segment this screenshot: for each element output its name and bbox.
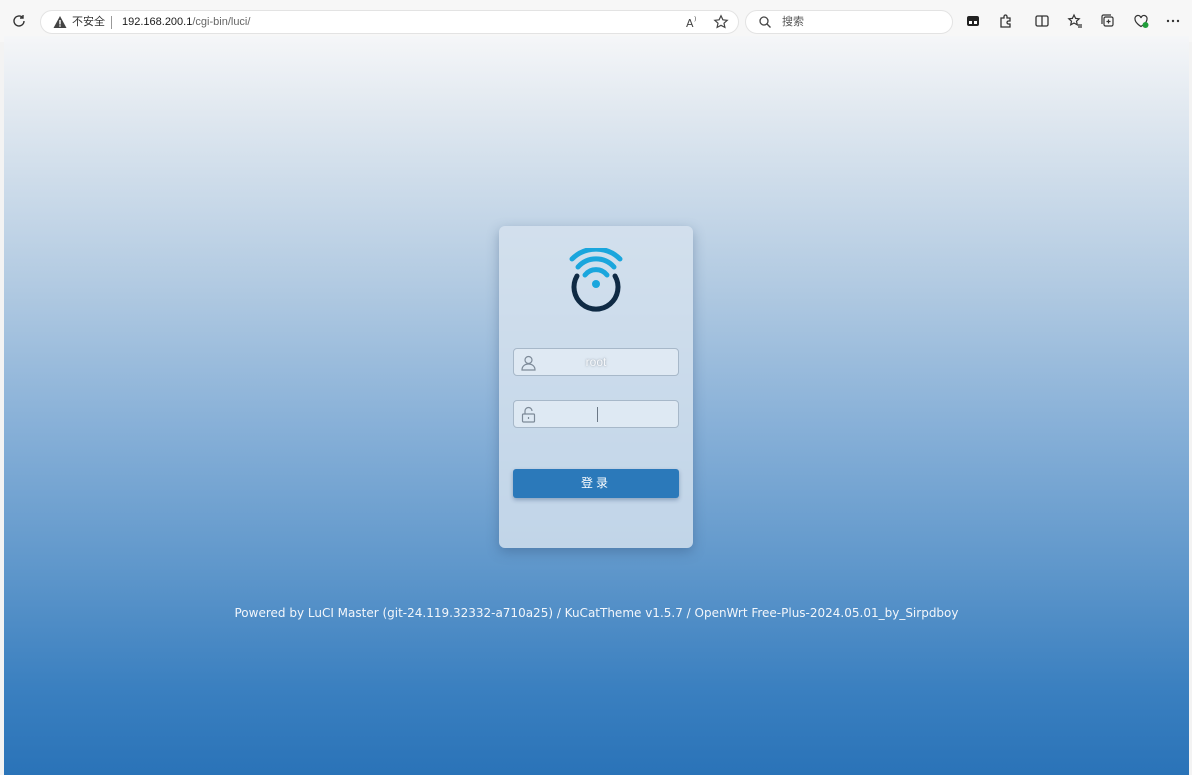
lock-icon — [521, 406, 536, 423]
split-screen-icon[interactable] — [1027, 6, 1057, 36]
url-text[interactable]: 192.168.200.1/cgi-bin/luci/ — [122, 15, 250, 29]
warning-icon — [53, 16, 67, 28]
username-field[interactable]: root — [513, 348, 679, 376]
more-icon[interactable] — [1158, 6, 1188, 36]
password-field[interactable] — [513, 400, 679, 428]
url-path: /cgi-bin/luci/ — [192, 16, 251, 28]
login-button[interactable]: 登录 — [513, 469, 679, 498]
text-cursor — [597, 407, 598, 422]
security-status-label[interactable]: 不安全 — [72, 15, 105, 29]
collections-icon[interactable] — [1093, 6, 1123, 36]
favorites-icon[interactable] — [1060, 6, 1090, 36]
search-icon — [759, 16, 771, 28]
url-host: 192.168.200.1 — [122, 16, 193, 28]
address-bar[interactable]: 不安全 192.168.200.1/cgi-bin/luci/ A ) — [40, 10, 739, 34]
extensions-icon[interactable] — [958, 6, 988, 36]
page-viewport: root 登录 Powered by LuCI Master (git-24.1… — [4, 36, 1189, 775]
svg-text:A: A — [686, 17, 694, 30]
login-card: root 登录 — [499, 226, 693, 548]
address-separator — [111, 16, 112, 29]
read-aloud-icon[interactable]: A ) — [684, 14, 700, 30]
search-placeholder: 搜索 — [782, 15, 804, 28]
performance-icon[interactable] — [1126, 6, 1156, 36]
browser-search-box[interactable]: 搜索 — [745, 10, 953, 34]
refresh-icon[interactable] — [4, 6, 34, 36]
footer-credits: Powered by LuCI Master (git-24.119.32332… — [234, 606, 959, 620]
svg-text:): ) — [694, 16, 696, 23]
wifi-logo-icon — [569, 248, 623, 312]
username-value: root — [585, 355, 607, 369]
favorite-star-icon[interactable] — [713, 14, 729, 30]
puzzle-icon[interactable] — [991, 6, 1021, 36]
